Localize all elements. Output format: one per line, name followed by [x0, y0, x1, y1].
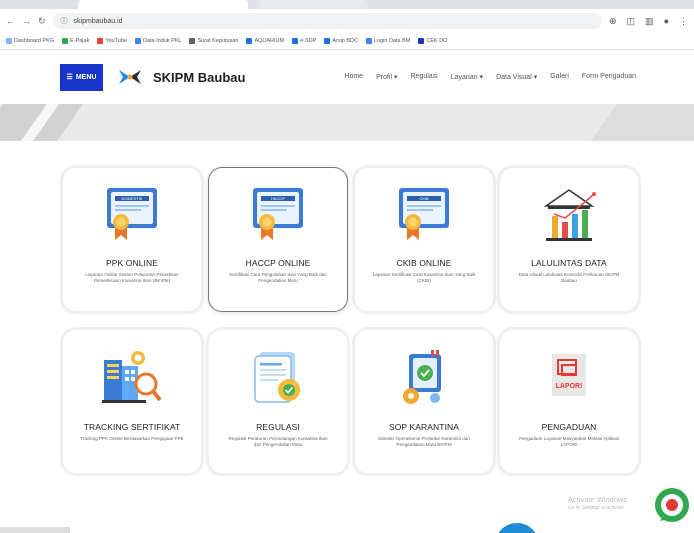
skipm-logo-icon [119, 70, 141, 84]
bookmark-item[interactable]: AQUARIUM [246, 38, 284, 44]
cast-icon[interactable]: ⊕ [609, 16, 617, 27]
nav-home[interactable]: Home [344, 73, 363, 81]
browser-tab-strip [0, 0, 694, 9]
card-title: REGULASI [256, 422, 300, 432]
card-description: Pengaduan Layanan Masyarakat Melalui Apl… [518, 436, 620, 447]
activate-windows-watermark: Activate Windows Go to Settings to activ… [568, 494, 627, 513]
nav-form-pengaduan[interactable]: Form Pengaduan [582, 73, 636, 81]
services-grid: DOMESTIK PPK ONLINE Layanan Online Siste… [0, 141, 694, 533]
card-title: HACCP ONLINE [245, 258, 311, 268]
address-text: skipmbaubau.id [73, 17, 123, 25]
card-title: PENGADUAN [541, 422, 597, 432]
certificate-badge-text: DOMESTIK [122, 196, 143, 201]
site-logo[interactable]: SKIPM Baubau [117, 66, 245, 88]
certificate-icon: DOMESTIK [100, 184, 164, 248]
watermark-subtitle: Go to Settings to activate [568, 505, 624, 512]
card-description: Regulasi Peraturan Perundangan Karantina… [228, 436, 328, 447]
whatsapp-chat-icon[interactable] [650, 481, 692, 523]
card-lalulintas-data[interactable]: LALULINTAS DATA Data Visual Lalulintas K… [500, 168, 638, 311]
bookmarks-bar: Dashboard PKG E-Pajak YouTube Data Induk… [0, 33, 694, 50]
browser-toolbar: ← → ↻ ⓘ skipmbaubau.id ⊕ ◫ ▥ ● ⋮ [0, 9, 694, 33]
nav-regulasi[interactable]: Regulasi [411, 73, 438, 81]
hamburger-icon: ☰ [66, 74, 73, 81]
card-ckib-online[interactable]: CKIB CKIB ONLINE Layanan Sertifikasi Car… [355, 168, 493, 311]
profile-icon[interactable]: ● [664, 16, 669, 27]
bar-chart-icon [537, 184, 601, 248]
reload-icon[interactable]: ↻ [38, 16, 46, 27]
sidebar-icon[interactable]: ▥ [645, 16, 654, 27]
card-description: Tracking PPK Online Berdasarkan Pengajua… [80, 436, 184, 441]
certificate-badge-text: HACCP [271, 196, 285, 201]
menu-button-label: MENU [75, 73, 97, 81]
card-title: LALULINTAS DATA [531, 258, 607, 268]
browser-status-bar [0, 527, 70, 533]
bookmark-item[interactable]: Dashboard PKG [6, 38, 54, 44]
back-icon[interactable]: ← [6, 16, 15, 26]
card-title: CKIB ONLINE [396, 258, 452, 268]
bookmark-item[interactable]: YouTube [97, 38, 127, 44]
card-haccp-online[interactable]: HACCP HACCP ONLINE Sertifikasi Cara Peng… [209, 168, 347, 311]
bookmark-item[interactable]: Arsip BDC [324, 38, 358, 44]
address-bar[interactable]: ⓘ skipmbaubau.id [52, 13, 602, 29]
lapor-logo-text: LAPOR! [556, 383, 583, 390]
bookmark-item[interactable]: e-SDP [292, 38, 316, 44]
watermark-title: Activate Windows [568, 495, 628, 504]
browser-tab-active[interactable] [78, 0, 248, 9]
bookmark-item[interactable]: Data Induk PKL [134, 38, 181, 44]
nav-layanan[interactable]: Layanan ▾ [451, 73, 483, 81]
card-ppk-online[interactable]: DOMESTIK PPK ONLINE Layanan Online Siste… [63, 168, 201, 311]
nav-profil[interactable]: Profil ▾ [376, 73, 397, 81]
menu-button[interactable]: ☰ MENU [60, 63, 103, 91]
main-nav: Home Profil ▾ Regulasi Layanan ▾ Data Vi… [344, 73, 636, 81]
nav-galeri[interactable]: Galeri [550, 73, 569, 81]
tracking-icon [100, 346, 164, 410]
certificate-icon: CKIB [392, 184, 456, 248]
bookmark-item[interactable]: CEK DO [418, 38, 447, 44]
site-header: ☰ MENU SKIPM Baubau Home Profil ▾ Regula… [0, 50, 694, 104]
card-title: TRACKING SERTIFIKAT [83, 422, 181, 432]
card-regulasi[interactable]: REGULASI Regulasi Peraturan Perundangan … [209, 330, 347, 473]
card-title: PPK ONLINE [105, 258, 159, 268]
card-description: Sertifikasi Cara Pengolahan Ikan Yang Ba… [229, 272, 327, 283]
more-menu-icon[interactable]: ⋮ [679, 16, 688, 27]
forward-icon[interactable]: → [22, 16, 31, 26]
brand-name: SKIPM Baubau [153, 69, 246, 85]
nav-data-visual[interactable]: Data Visual ▾ [496, 73, 537, 81]
card-tracking-sertifikat[interactable]: TRACKING SERTIFIKAT Tracking PPK Online … [63, 330, 201, 473]
card-pengaduan[interactable]: LAPOR! PENGADUAN Pengaduan Layanan Masya… [500, 330, 638, 473]
card-title: SOP KARANTINA [388, 422, 460, 432]
hero-banner [0, 104, 694, 141]
extension-icon[interactable]: ◫ [627, 16, 636, 27]
card-description: Layanan Online Sistem Pelaporan Penerbit… [85, 272, 179, 283]
browser-tab[interactable] [258, 0, 368, 9]
card-description: Layanan Sertifikasi Cara Karantina Ikan … [372, 272, 476, 283]
complaint-icon: LAPOR! [537, 346, 601, 410]
scroll-to-top-button[interactable] [495, 523, 539, 533]
bookmark-item[interactable]: Surat Keputusan [189, 38, 238, 44]
bookmark-item[interactable]: Login Data BM [365, 38, 410, 44]
bookmark-item[interactable]: E-Pajak [62, 38, 89, 44]
certificate-badge-text: CKIB [419, 196, 429, 201]
card-description: Standar Operasional Prosedur Karantina d… [378, 436, 470, 447]
card-description: Data Visual Lalulintas Komoditi Perikana… [518, 272, 620, 283]
site-info-icon[interactable]: ⓘ [61, 16, 68, 26]
sop-document-icon [392, 346, 456, 410]
regulation-document-icon [246, 346, 310, 410]
card-sop-karantina[interactable]: SOP KARANTINA Standar Operasional Prosed… [355, 330, 493, 473]
certificate-icon: HACCP [246, 184, 310, 248]
